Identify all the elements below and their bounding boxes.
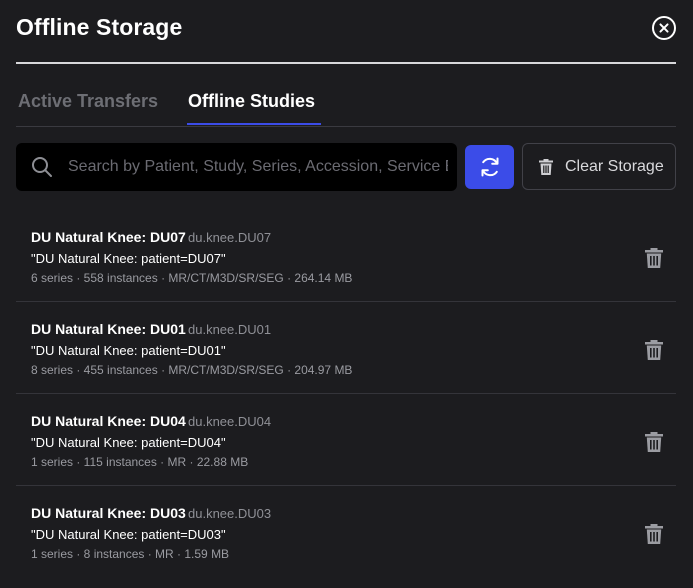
refresh-icon [481,157,499,177]
trash-icon[interactable] [644,524,664,544]
list-item: DU Natural Knee: DU07 du.knee.DU07 "DU N… [16,210,676,302]
clear-storage-label: Clear Storage [565,158,664,175]
study-title: DU Natural Knee: DU04 [31,413,186,429]
active-tab-indicator [187,123,321,125]
trash-icon[interactable] [644,248,664,268]
trash-icon [539,159,553,175]
tab-bar: Active Transfers Offline Studies [16,84,676,127]
study-title: DU Natural Knee: DU07 [31,229,186,245]
study-id: du.knee.DU07 [188,230,272,245]
dialog-title: Offline Storage [16,14,183,40]
study-description: "DU Natural Knee: patient=DU01" [31,343,226,358]
trash-icon[interactable] [644,340,664,360]
tabs-divider [16,126,676,127]
study-meta: 6 series · 558 instances · MR/CT/M3D/SR/… [31,271,353,285]
refresh-button[interactable] [465,145,514,189]
study-meta: 1 series · 8 instances · MR · 1.59 MB [31,547,230,561]
study-title: DU Natural Knee: DU01 [31,321,186,337]
study-description: "DU Natural Knee: patient=DU07" [31,251,226,266]
offline-storage-dialog: Offline Storage Active Transfers Offline… [0,0,693,588]
study-meta: 1 series · 115 instances · MR · 22.88 MB [31,455,249,469]
dialog-header: Offline Storage [16,0,676,63]
tab-active-transfers[interactable]: Active Transfers [18,91,158,112]
tab-offline-studies[interactable]: Offline Studies [188,91,315,112]
search-input[interactable] [68,143,448,191]
header-divider [16,62,676,64]
study-id: du.knee.DU01 [188,322,272,337]
study-description: "DU Natural Knee: patient=DU03" [31,527,226,542]
list-item: DU Natural Knee: DU04 du.knee.DU04 "DU N… [16,394,676,486]
list-item: DU Natural Knee: DU01 du.knee.DU01 "DU N… [16,302,676,394]
trash-icon[interactable] [644,432,664,452]
study-title: DU Natural Knee: DU03 [31,505,186,521]
list-item: DU Natural Knee: DU03 du.knee.DU03 "DU N… [16,486,676,578]
study-id: du.knee.DU04 [188,414,272,429]
study-description: "DU Natural Knee: patient=DU04" [31,435,226,450]
close-icon[interactable] [652,16,676,40]
study-meta: 8 series · 455 instances · MR/CT/M3D/SR/… [31,363,353,377]
search-box [16,143,457,191]
clear-storage-button[interactable]: Clear Storage [522,143,676,190]
offline-studies-list: DU Natural Knee: DU07 du.knee.DU07 "DU N… [16,210,676,578]
search-icon [32,157,52,177]
study-id: du.knee.DU03 [188,506,272,521]
